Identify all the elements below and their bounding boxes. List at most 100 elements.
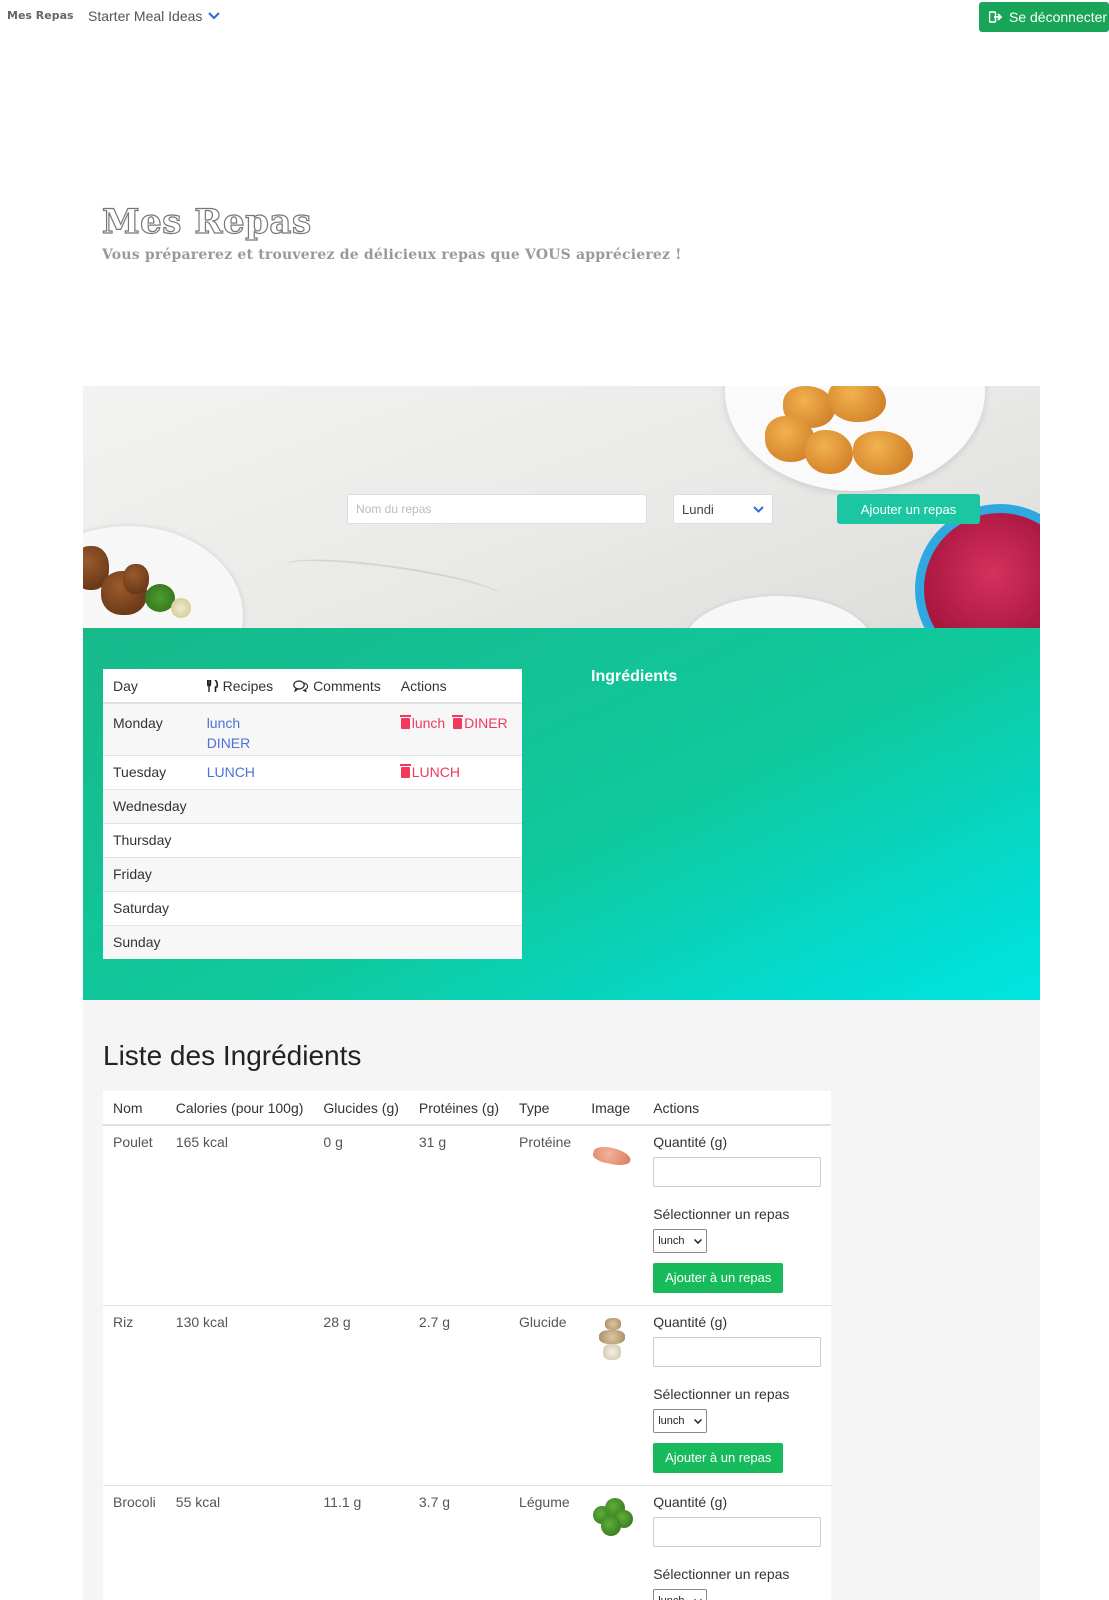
trash-icon bbox=[399, 715, 411, 729]
plate-image bbox=[683, 596, 873, 628]
ingredient-carbs: 0 g bbox=[313, 1124, 409, 1306]
column-header-actions: Actions bbox=[643, 1091, 832, 1126]
brand-logo[interactable]: Mes Repas bbox=[7, 9, 74, 22]
ingredient-carbs: 28 g bbox=[313, 1305, 409, 1486]
ingredient-image-cell bbox=[581, 1124, 644, 1306]
ingredient-list-title: Liste des Ingrédients bbox=[103, 1040, 362, 1071]
add-to-meal-button[interactable]: Ajouter à un repas bbox=[653, 1263, 784, 1293]
column-header-protein: Protéines (g) bbox=[408, 1091, 510, 1126]
recipes-cell: LUNCH bbox=[196, 754, 284, 789]
meal-select[interactable]: lunch bbox=[653, 1229, 708, 1253]
trash-icon bbox=[399, 763, 411, 778]
day-cell: Saturday bbox=[103, 890, 197, 925]
ingredient-table: Nom Calories (pour 100g) Glucides (g) Pr… bbox=[103, 1091, 832, 1600]
meal-name-input[interactable]: Nom du repas bbox=[347, 494, 647, 524]
ingredient-list-section: Liste des Ingrédients Nom Calories (pour… bbox=[83, 1000, 1040, 1600]
day-select-value: Lundi bbox=[682, 501, 714, 517]
column-header-type: Type bbox=[509, 1091, 582, 1126]
recipes-cell: lunch DINER bbox=[196, 702, 284, 755]
actions-cell: LUNCH bbox=[390, 754, 522, 789]
ingredient-protein: 2.7 g bbox=[408, 1305, 510, 1486]
day-cell: Monday bbox=[103, 702, 197, 755]
ingredient-protein: 3.7 g bbox=[408, 1485, 510, 1600]
logout-button[interactable]: Se déconnecter bbox=[979, 2, 1109, 32]
column-header-day: Day bbox=[103, 669, 197, 704]
meal-select[interactable]: lunch bbox=[653, 1589, 708, 1600]
table-row-sunday: Sunday bbox=[103, 924, 522, 959]
nugget-image bbox=[805, 430, 853, 474]
table-row-wednesday: Wednesday bbox=[103, 788, 522, 823]
comments-cell bbox=[283, 702, 391, 755]
comments-cell bbox=[283, 754, 391, 789]
column-header-image: Image bbox=[581, 1091, 644, 1126]
page-subtitle: Vous préparerez et trouverez de délicieu… bbox=[102, 247, 682, 263]
table-row: Riz 130 kcal 28 g 2.7 g Glucide Quantité… bbox=[103, 1305, 832, 1486]
sign-out-icon bbox=[989, 11, 1003, 23]
meal-select-value: lunch bbox=[658, 1415, 685, 1427]
ingredients-panel-title: Ingrédients bbox=[591, 668, 678, 685]
select-meal-label: Sélectionner un repas bbox=[653, 1386, 790, 1402]
quantity-input[interactable] bbox=[653, 1337, 822, 1367]
delete-meal-button[interactable]: LUNCH bbox=[399, 763, 460, 780]
broccoli-image bbox=[591, 1494, 634, 1544]
page-title: Mes Repas bbox=[101, 201, 312, 242]
chevron-down-icon bbox=[694, 1418, 703, 1424]
meal-select-value: lunch bbox=[658, 1235, 685, 1247]
column-header-recipes: Recipes bbox=[196, 669, 284, 704]
table-row-saturday: Saturday bbox=[103, 890, 522, 925]
quantity-input[interactable] bbox=[653, 1157, 822, 1187]
utensils-icon bbox=[206, 678, 218, 692]
chevron-down-icon bbox=[753, 505, 764, 513]
ingredient-image-cell bbox=[581, 1485, 644, 1600]
column-header-actions: Actions bbox=[390, 669, 522, 704]
comments-icon bbox=[293, 679, 309, 693]
delete-meal-button[interactable]: lunch bbox=[399, 713, 446, 733]
delete-meal-label: lunch bbox=[411, 715, 446, 731]
delete-meal-button[interactable]: DINER bbox=[452, 713, 508, 733]
day-cell: Friday bbox=[103, 856, 197, 891]
column-header-carbs: Glucides (g) bbox=[313, 1091, 409, 1126]
ingredient-calories: 165 kcal bbox=[165, 1124, 314, 1306]
comments-header-label: Comments bbox=[313, 677, 381, 694]
ingredient-actions: Quantité (g) Sélectionner un repas lunch… bbox=[643, 1305, 832, 1486]
ingredient-protein: 31 g bbox=[408, 1124, 510, 1306]
table-row-thursday: Thursday bbox=[103, 822, 522, 857]
ingredient-type: Glucide bbox=[509, 1305, 582, 1486]
top-navbar: Mes Repas Starter Meal Ideas Se déconnec… bbox=[0, 0, 1109, 34]
ingredient-calories: 55 kcal bbox=[165, 1485, 314, 1600]
ingredient-carbs: 11.1 g bbox=[313, 1485, 409, 1600]
ingredient-actions: Quantité (g) Sélectionner un repas lunch bbox=[643, 1485, 832, 1600]
meal-form-banner: Nom du repas Lundi Ajouter un repas bbox=[83, 386, 1040, 628]
weekly-meal-table: Day Recipes Comments Actions Monday lunc… bbox=[103, 669, 522, 959]
select-meal-label: Sélectionner un repas bbox=[653, 1566, 790, 1582]
meal-link[interactable]: lunch bbox=[207, 713, 273, 733]
meatball-image bbox=[123, 564, 149, 594]
chevron-down-icon bbox=[694, 1238, 703, 1244]
recipes-header-label: Recipes bbox=[222, 677, 274, 694]
ingredient-actions: Quantité (g) Sélectionner un repas lunch… bbox=[643, 1124, 832, 1306]
column-header-name: Nom bbox=[103, 1091, 166, 1126]
quantity-label: Quantité (g) bbox=[653, 1494, 728, 1510]
select-meal-label: Sélectionner un repas bbox=[653, 1206, 790, 1222]
quantity-label: Quantité (g) bbox=[653, 1134, 728, 1150]
add-meal-button[interactable]: Ajouter un repas bbox=[837, 494, 980, 524]
day-select[interactable]: Lundi bbox=[673, 494, 773, 524]
chicken-image bbox=[591, 1134, 633, 1184]
trash-icon bbox=[452, 715, 464, 729]
nugget-image bbox=[853, 431, 913, 475]
quantity-input[interactable] bbox=[653, 1517, 822, 1547]
marble-vein-decoration bbox=[281, 550, 505, 612]
chevron-down-icon bbox=[208, 12, 221, 20]
starter-meal-ideas-dropdown[interactable]: Starter Meal Ideas bbox=[88, 8, 221, 24]
rice-image bbox=[591, 1314, 633, 1364]
add-to-meal-button[interactable]: Ajouter à un repas bbox=[653, 1443, 784, 1473]
day-cell: Wednesday bbox=[103, 788, 197, 823]
meal-link[interactable]: LUNCH bbox=[207, 764, 273, 780]
dropdown-label: Starter Meal Ideas bbox=[88, 8, 203, 24]
actions-cell: lunch DINER bbox=[390, 702, 522, 755]
table-row-friday: Friday bbox=[103, 856, 522, 891]
meal-link[interactable]: DINER bbox=[207, 733, 273, 753]
delete-meal-label: DINER bbox=[464, 715, 508, 731]
meal-select[interactable]: lunch bbox=[653, 1409, 708, 1433]
meal-select-value: lunch bbox=[658, 1595, 684, 1600]
